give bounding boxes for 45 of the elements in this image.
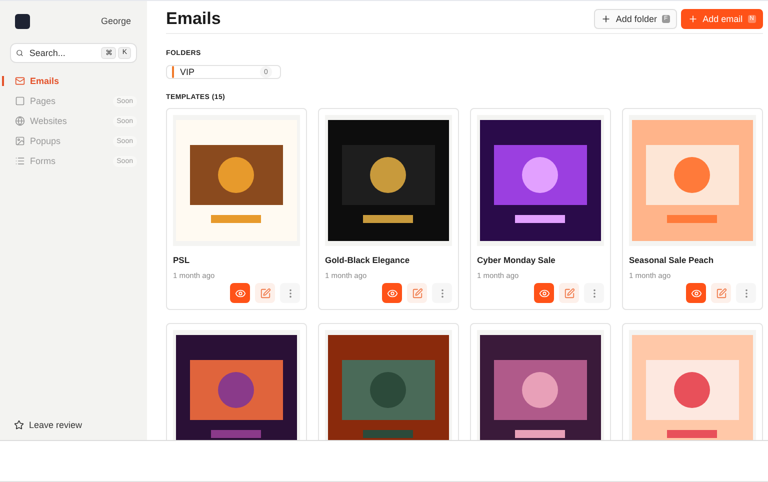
- eye-icon: [386, 288, 398, 298]
- nav-icon: [15, 136, 25, 146]
- template-name: Gold-Black Elegance: [325, 255, 411, 265]
- search-icon: [16, 48, 24, 58]
- plus-icon: [600, 14, 611, 24]
- edit-button[interactable]: [559, 283, 579, 303]
- edit-icon: [412, 288, 422, 298]
- eye-icon: [690, 288, 702, 298]
- more-button[interactable]: [584, 283, 604, 303]
- folder-marker: [172, 66, 174, 78]
- nav-icon: [15, 156, 25, 166]
- eye-icon: [538, 288, 550, 298]
- template-name: Cyber Monday Sale: [477, 255, 556, 265]
- app-logo[interactable]: [15, 14, 30, 28]
- preview-button[interactable]: [382, 283, 402, 303]
- preview-button[interactable]: [230, 283, 250, 303]
- edit-icon: [716, 288, 726, 298]
- plus-icon: [688, 14, 698, 24]
- nav-icon: [15, 116, 25, 126]
- more-button[interactable]: [280, 283, 300, 303]
- page-title: Emails: [166, 9, 221, 29]
- edit-button[interactable]: [711, 283, 731, 303]
- edit-button[interactable]: [255, 283, 275, 303]
- leave-review-link[interactable]: Leave review: [10, 420, 137, 430]
- user-name[interactable]: George: [100, 16, 131, 26]
- eye-icon: [234, 288, 246, 298]
- star-icon: [14, 420, 24, 430]
- edit-icon: [260, 288, 270, 298]
- folder-name: VIP: [180, 67, 195, 77]
- nav-label: Forms: [30, 156, 56, 166]
- nav-label: Pages: [30, 96, 56, 106]
- more-button[interactable]: [432, 283, 452, 303]
- template-name: Seasonal Sale Peach: [629, 255, 715, 265]
- nav-icon: [15, 96, 25, 106]
- search-input[interactable]: Search...: [27, 47, 98, 59]
- nav-label: Emails: [30, 76, 60, 86]
- edit-icon: [564, 288, 574, 298]
- nav-icon: [15, 76, 25, 86]
- preview-button[interactable]: [686, 283, 706, 303]
- nav-label: Websites: [30, 116, 67, 126]
- nav-label: Popups: [30, 136, 61, 146]
- edit-button[interactable]: [407, 283, 427, 303]
- preview-button[interactable]: [534, 283, 554, 303]
- template-name: PSL: [173, 255, 191, 265]
- more-button[interactable]: [736, 283, 756, 303]
